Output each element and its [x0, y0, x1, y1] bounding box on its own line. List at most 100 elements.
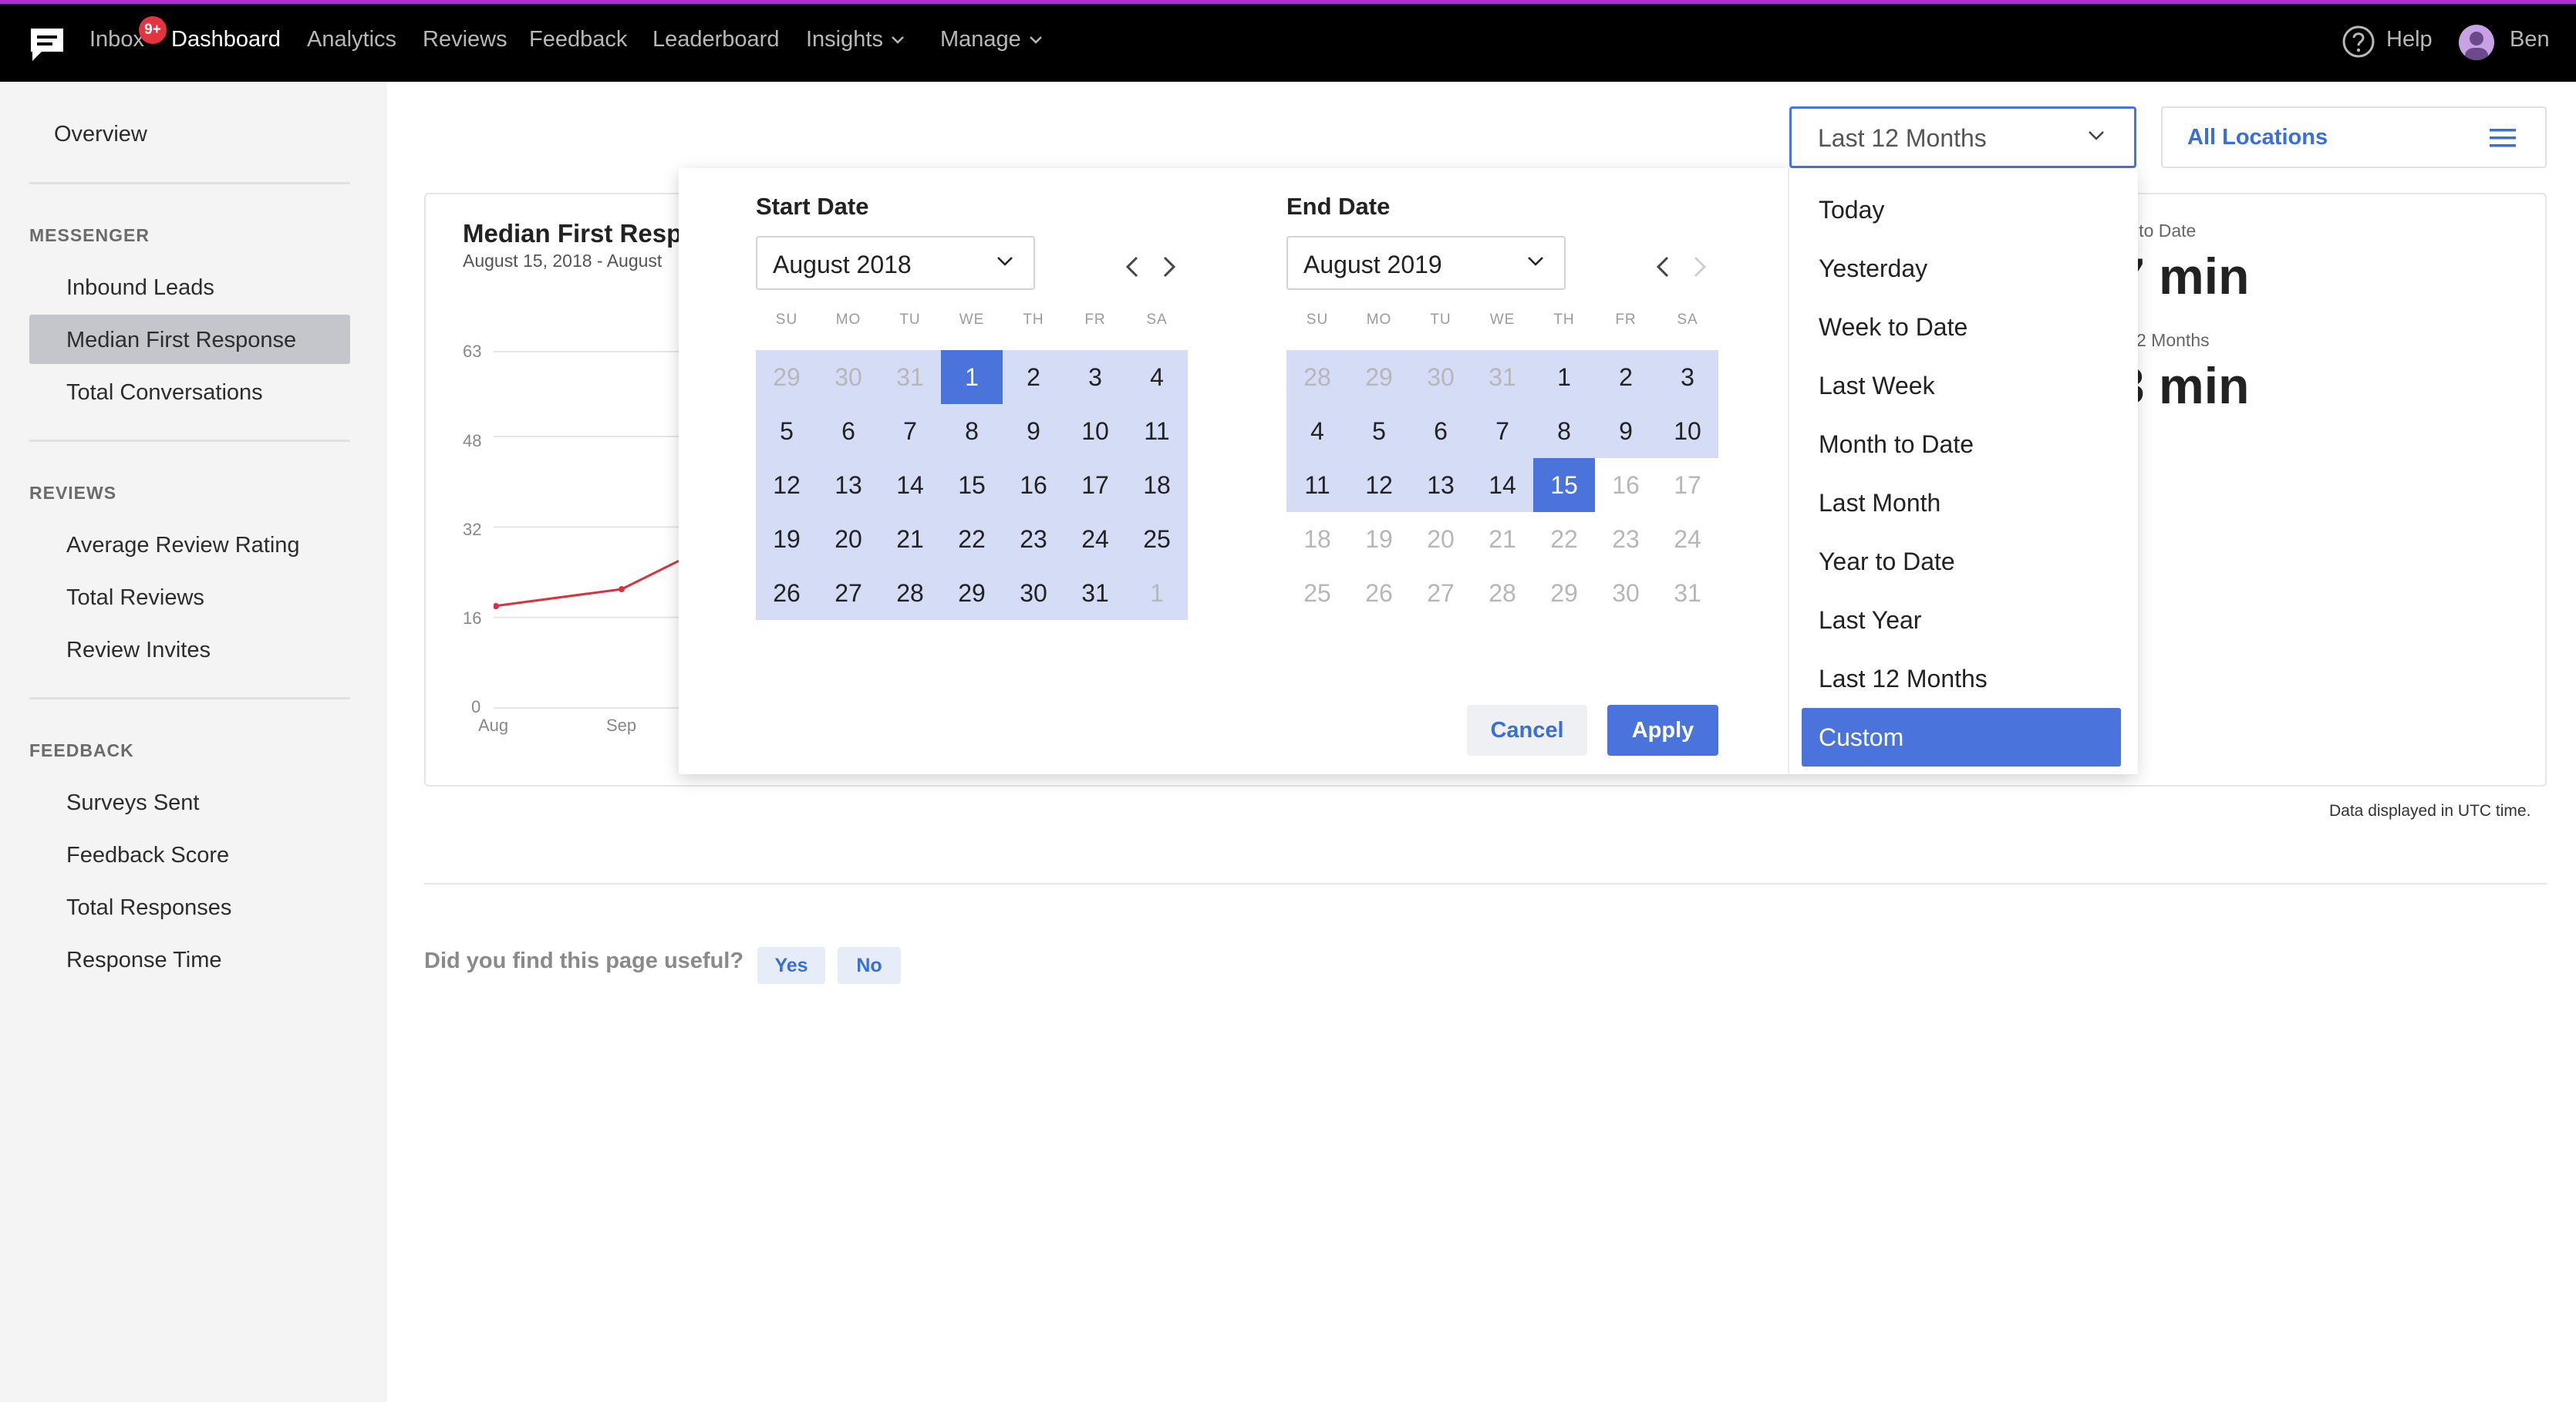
- calendar-day[interactable]: 22: [941, 512, 1003, 566]
- calendar-day[interactable]: 29: [1533, 566, 1595, 620]
- calendar-day[interactable]: 31: [1064, 566, 1126, 620]
- location-select[interactable]: All Locations: [2161, 106, 2547, 168]
- start-prev-month-icon[interactable]: [1121, 253, 1143, 281]
- nav-reviews[interactable]: Reviews: [423, 27, 507, 52]
- calendar-day[interactable]: 31: [879, 350, 941, 404]
- calendar-day[interactable]: 27: [818, 566, 879, 620]
- calendar-day[interactable]: 27: [1410, 566, 1472, 620]
- calendar-day[interactable]: 16: [1595, 458, 1657, 512]
- calendar-day[interactable]: 7: [879, 404, 941, 458]
- calendar-day[interactable]: 29: [756, 350, 818, 404]
- calendar-day[interactable]: 31: [1657, 566, 1718, 620]
- preset-yesterday[interactable]: Yesterday: [1819, 254, 1927, 283]
- calendar-day[interactable]: 19: [1348, 512, 1410, 566]
- end-month-select[interactable]: August 2019: [1286, 236, 1566, 290]
- preset-last-month[interactable]: Last Month: [1819, 489, 1940, 517]
- calendar-day[interactable]: 4: [1286, 404, 1348, 458]
- sidebar-item-inbound-leads[interactable]: Inbound Leads: [66, 275, 214, 301]
- calendar-day[interactable]: 24: [1064, 512, 1126, 566]
- calendar-day[interactable]: 20: [1410, 512, 1472, 566]
- nav-insights[interactable]: Insights: [806, 27, 905, 52]
- calendar-day[interactable]: 21: [1472, 512, 1533, 566]
- calendar-day[interactable]: 14: [1472, 458, 1533, 512]
- preset-last-12-months[interactable]: Last 12 Months: [1819, 665, 1988, 693]
- calendar-day[interactable]: 17: [1657, 458, 1718, 512]
- data-point[interactable]: [494, 603, 499, 609]
- data-point[interactable]: [619, 586, 625, 592]
- calendar-day[interactable]: 9: [1003, 404, 1064, 458]
- calendar-day[interactable]: 23: [1003, 512, 1064, 566]
- apply-button[interactable]: Apply: [1607, 705, 1718, 756]
- calendar-day[interactable]: 15: [941, 458, 1003, 512]
- podium-logo-icon[interactable]: [26, 24, 68, 66]
- nav-user[interactable]: Ben: [2510, 27, 2550, 52]
- calendar-day[interactable]: 22: [1533, 512, 1595, 566]
- nav-analytics[interactable]: Analytics: [307, 27, 396, 52]
- calendar-day[interactable]: 16: [1003, 458, 1064, 512]
- calendar-day[interactable]: 5: [1348, 404, 1410, 458]
- start-month-select[interactable]: August 2018: [756, 236, 1035, 290]
- calendar-day[interactable]: 31: [1472, 350, 1533, 404]
- preset-last-week[interactable]: Last Week: [1819, 372, 1935, 400]
- sidebar-item-total-conversations[interactable]: Total Conversations: [66, 380, 263, 406]
- preset-year-to-date[interactable]: Year to Date: [1819, 548, 1955, 576]
- preset-today[interactable]: Today: [1819, 196, 1884, 224]
- sidebar-item-average-review-rating[interactable]: Average Review Rating: [66, 533, 300, 558]
- sidebar-item-total-reviews[interactable]: Total Reviews: [66, 585, 204, 611]
- calendar-day[interactable]: 25: [1126, 512, 1188, 566]
- preset-week-to-date[interactable]: Week to Date: [1819, 313, 1967, 342]
- sidebar-item-surveys-sent[interactable]: Surveys Sent: [66, 790, 199, 816]
- calendar-day[interactable]: 1: [1126, 566, 1188, 620]
- cancel-button[interactable]: Cancel: [1467, 705, 1587, 756]
- calendar-day[interactable]: 18: [1286, 512, 1348, 566]
- calendar-day[interactable]: 23: [1595, 512, 1657, 566]
- preset-last-year[interactable]: Last Year: [1819, 606, 1921, 635]
- calendar-day[interactable]: 12: [756, 458, 818, 512]
- calendar-day[interactable]: 30: [1003, 566, 1064, 620]
- nav-manage[interactable]: Manage: [940, 27, 1043, 52]
- calendar-day[interactable]: 17: [1064, 458, 1126, 512]
- calendar-day[interactable]: 14: [879, 458, 941, 512]
- calendar-day[interactable]: 8: [941, 404, 1003, 458]
- sidebar-item-response-time[interactable]: Response Time: [66, 948, 222, 973]
- calendar-day[interactable]: 3: [1657, 350, 1718, 404]
- calendar-day[interactable]: 1: [941, 350, 1003, 404]
- nav-help[interactable]: Help: [2386, 27, 2433, 52]
- sidebar-item-feedback-score[interactable]: Feedback Score: [66, 843, 229, 868]
- user-avatar[interactable]: [2459, 25, 2494, 60]
- calendar-day[interactable]: 28: [879, 566, 941, 620]
- help-icon[interactable]: [2342, 25, 2375, 59]
- calendar-day[interactable]: 30: [1410, 350, 1472, 404]
- calendar-day[interactable]: 26: [756, 566, 818, 620]
- feedback-yes-button[interactable]: Yes: [757, 947, 825, 984]
- calendar-day[interactable]: 12: [1348, 458, 1410, 512]
- calendar-day[interactable]: 10: [1657, 404, 1718, 458]
- calendar-day[interactable]: 15: [1533, 458, 1595, 512]
- calendar-day[interactable]: 18: [1126, 458, 1188, 512]
- calendar-day[interactable]: 5: [756, 404, 818, 458]
- calendar-day[interactable]: 8: [1533, 404, 1595, 458]
- calendar-day[interactable]: 9: [1595, 404, 1657, 458]
- calendar-day[interactable]: 30: [818, 350, 879, 404]
- feedback-no-button[interactable]: No: [838, 947, 901, 984]
- calendar-day[interactable]: 2: [1595, 350, 1657, 404]
- calendar-day[interactable]: 6: [1410, 404, 1472, 458]
- calendar-day[interactable]: 1: [1533, 350, 1595, 404]
- calendar-day[interactable]: 4: [1126, 350, 1188, 404]
- date-range-select[interactable]: Last 12 Months: [1789, 106, 2136, 168]
- nav-feedback[interactable]: Feedback: [529, 27, 627, 52]
- sidebar-item-review-invites[interactable]: Review Invites: [66, 638, 211, 663]
- calendar-day[interactable]: 20: [818, 512, 879, 566]
- calendar-day[interactable]: 28: [1472, 566, 1533, 620]
- nav-leaderboard[interactable]: Leaderboard: [652, 27, 779, 52]
- calendar-day[interactable]: 7: [1472, 404, 1533, 458]
- preset-custom[interactable]: Custom: [1819, 723, 1903, 752]
- calendar-day[interactable]: 11: [1126, 404, 1188, 458]
- calendar-day[interactable]: 13: [818, 458, 879, 512]
- nav-inbox[interactable]: Inbox: [89, 27, 144, 52]
- calendar-day[interactable]: 26: [1348, 566, 1410, 620]
- sidebar-item-median-first-response[interactable]: Median First Response: [66, 328, 296, 353]
- calendar-day[interactable]: 29: [941, 566, 1003, 620]
- calendar-day[interactable]: 19: [756, 512, 818, 566]
- calendar-day[interactable]: 10: [1064, 404, 1126, 458]
